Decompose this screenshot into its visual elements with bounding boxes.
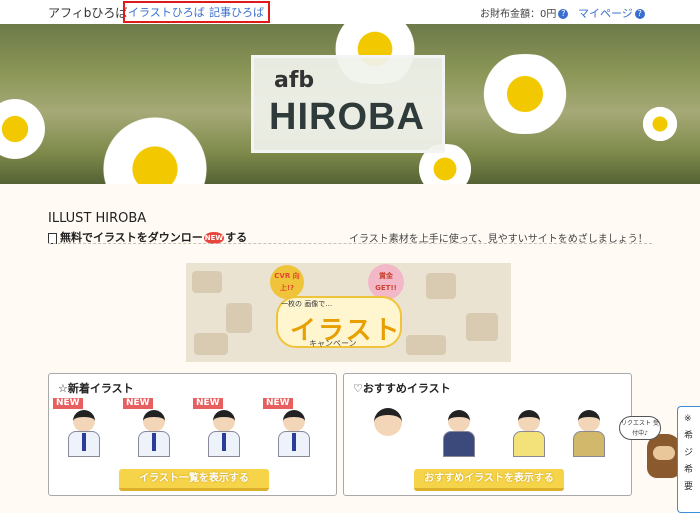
character-head	[283, 410, 305, 432]
illust-thumb-decor	[466, 313, 498, 341]
section-divider	[48, 243, 652, 244]
illust-thumb-decor	[194, 333, 228, 355]
banner-small-text: 一枚の 画像で…	[281, 300, 333, 308]
illust-thumb-decor	[226, 303, 252, 333]
recommended-illust-title: ♡おすすめイラスト	[353, 382, 451, 395]
banner-prize-badge: 賞金 GET!!	[368, 264, 404, 300]
character-head	[213, 410, 235, 432]
nav-link-illust-hiroba[interactable]: イラストひろば	[128, 4, 205, 20]
new-tag: NEW	[53, 398, 83, 409]
help-icon[interactable]: ?	[634, 9, 645, 19]
character-head	[374, 408, 402, 436]
illust-thumbnail[interactable]: NEW	[53, 398, 113, 458]
character-tie	[292, 433, 296, 451]
character-tie	[82, 433, 86, 451]
show-illust-list-button[interactable]: イラスト一覧を表示する	[119, 469, 269, 491]
side-tab-char: ジ	[684, 448, 694, 458]
new-tag: NEW	[193, 398, 223, 409]
character-head	[73, 410, 95, 432]
character-body	[513, 431, 545, 457]
side-tab-char: 要	[684, 482, 694, 492]
illust-thumbnail[interactable]	[428, 398, 488, 458]
site-brand[interactable]: アフィbひろば	[48, 4, 127, 21]
show-recommended-button[interactable]: おすすめイラストを表示する	[414, 469, 564, 491]
request-bubble[interactable]: リクエスト 受付中♪	[619, 416, 661, 440]
new-illust-panel: ☆新着イラスト NEW NEW NEW NEW イラスト一覧を表示する	[48, 373, 337, 496]
character-head	[578, 410, 600, 432]
new-illust-title: ☆新着イラスト	[58, 382, 134, 395]
daisy-image	[90, 114, 220, 184]
illust-thumbnail[interactable]	[358, 398, 418, 458]
illust-thumb-decor	[192, 271, 222, 293]
illust-thumbnail[interactable]	[498, 398, 558, 458]
side-tab-char: 希	[684, 465, 694, 475]
illust-thumbnail[interactable]: NEW	[123, 398, 183, 458]
nav-link-article-hiroba[interactable]: 記事ひろば	[209, 4, 264, 20]
character-tie	[152, 433, 156, 451]
daisy-image	[470, 54, 580, 134]
logo-hiroba-text: HIROBA	[269, 96, 425, 138]
side-tab-char: 希	[684, 431, 694, 441]
daisy-image	[0, 94, 50, 164]
side-request-tab[interactable]: ※ 希 ジ 希 要	[677, 406, 700, 513]
character-tie	[222, 433, 226, 451]
site-logo[interactable]: afb HIROBA	[251, 55, 445, 153]
recommended-illust-panel: ♡おすすめイラスト おすすめイラストを表示する	[343, 373, 632, 496]
illust-thumbnail[interactable]: NEW	[193, 398, 253, 458]
character-head	[143, 410, 165, 432]
daisy-image	[640, 104, 680, 144]
top-bar: アフィbひろば イラストひろば 記事ひろば お財布金額：0円? マイページ?	[0, 0, 700, 24]
illust-thumb-decor	[426, 273, 456, 299]
wallet-balance: お財布金額：0円?	[480, 5, 569, 20]
logo-afb-text: afb	[274, 68, 315, 93]
illust-thumbnail[interactable]	[558, 398, 618, 458]
character-body	[443, 431, 475, 457]
character-head	[448, 410, 470, 432]
banner-cvr-badge: CVR 向上!?	[270, 265, 304, 299]
character-head	[518, 410, 540, 432]
help-icon[interactable]: ?	[558, 9, 569, 19]
new-tag: NEW	[263, 398, 293, 409]
new-tag: NEW	[123, 398, 153, 409]
side-tab-char: ※	[684, 414, 692, 424]
character-body	[573, 431, 605, 457]
banner-sub-text: キャンペーン	[309, 339, 357, 348]
document-icon	[48, 232, 57, 244]
bear-face	[653, 446, 675, 460]
illust-thumbnail[interactable]: NEW	[263, 398, 323, 458]
mypage-link[interactable]: マイページ?	[578, 5, 645, 21]
section-title: ILLUST HIROBA	[48, 211, 147, 226]
illust-thumb-decor	[406, 335, 446, 355]
